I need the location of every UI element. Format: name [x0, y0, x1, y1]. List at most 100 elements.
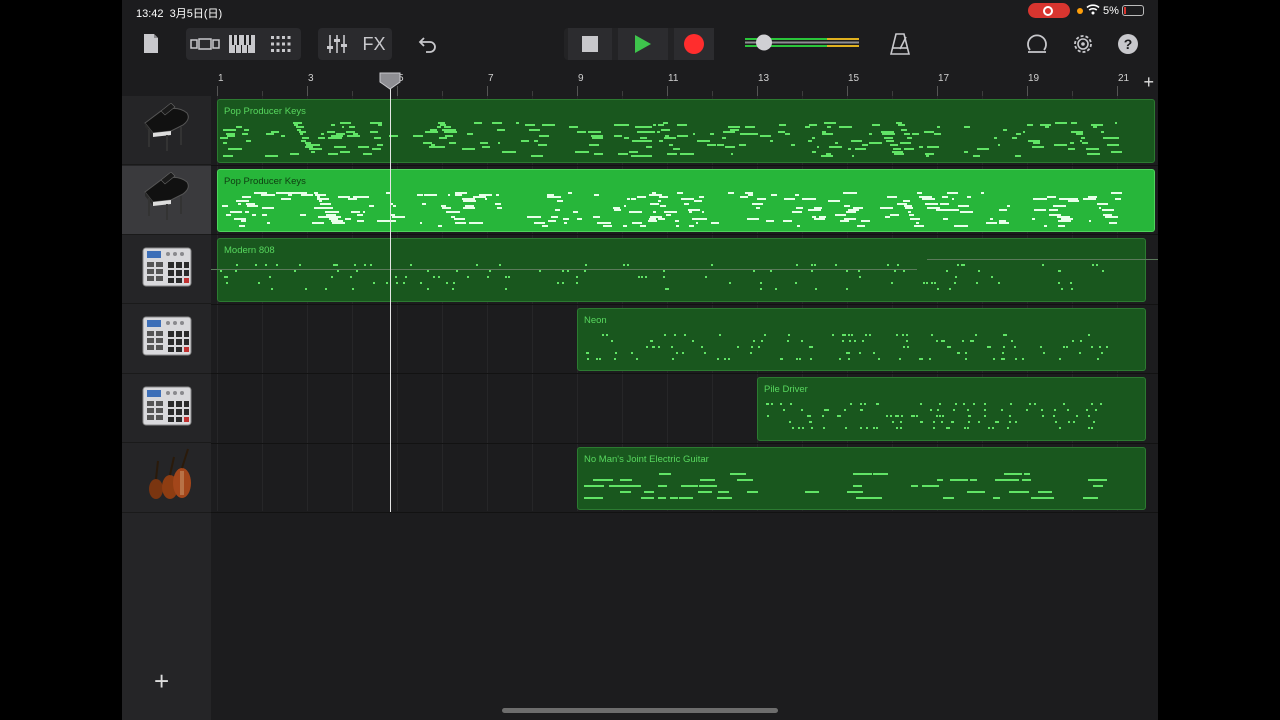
midi-note: [770, 403, 773, 405]
midi-note: [223, 141, 227, 144]
automation-line: [211, 269, 917, 270]
midi-note: [869, 333, 872, 336]
midi-note: [452, 211, 459, 214]
midi-note: [896, 427, 898, 429]
midi-note: [1053, 415, 1056, 417]
track-header[interactable]: [122, 444, 211, 513]
view-toggle-icon[interactable]: [188, 32, 222, 56]
fx-button[interactable]: FX: [358, 31, 390, 57]
midi-note: [288, 193, 293, 196]
add-section-icon[interactable]: +: [1143, 72, 1154, 93]
document-icon[interactable]: [140, 30, 162, 56]
midi-note: [1049, 213, 1061, 216]
track-header[interactable]: [122, 165, 211, 235]
record-icon[interactable]: [674, 28, 714, 60]
midi-note: [1097, 202, 1108, 205]
midi-note: [701, 211, 705, 214]
midi-note: [912, 133, 919, 135]
track-header[interactable]: [122, 374, 211, 443]
midi-note: [897, 124, 904, 127]
midi-note: [1101, 130, 1105, 133]
midi-note: [943, 496, 954, 499]
midi-note: [1086, 409, 1089, 411]
midi-note: [940, 421, 943, 423]
midi-note: [692, 217, 704, 220]
midi-note: [964, 351, 967, 354]
track-header[interactable]: [122, 235, 211, 304]
midi-note: [499, 264, 502, 266]
playhead-handle[interactable]: [379, 72, 401, 90]
midi-note: [850, 333, 853, 336]
midi-note: [751, 345, 754, 348]
midi-note: [421, 202, 427, 205]
midi-note: [991, 427, 994, 429]
track-header[interactable]: [122, 96, 211, 165]
status-bar: 13:42 3月5日(日) 5%: [122, 0, 1158, 22]
midi-note: [861, 339, 864, 342]
region[interactable]: Pop Producer Keys: [217, 99, 1155, 163]
midi-note: [1022, 357, 1025, 360]
midi-note: [348, 126, 355, 129]
region-name: Pop Producer Keys: [224, 175, 306, 187]
timeline-ruler[interactable]: + 1 3 5 7 9 11 13 15 17 19 21: [211, 70, 1158, 97]
midi-note: [826, 126, 831, 129]
midi-note: [325, 288, 328, 290]
track-header[interactable]: [122, 305, 211, 374]
midi-note: [1025, 409, 1028, 411]
midi-note: [823, 122, 837, 124]
midi-note: [966, 490, 985, 493]
grid-icon[interactable]: [268, 32, 294, 56]
play-icon[interactable]: [618, 28, 668, 60]
midi-note: [676, 135, 689, 138]
mixer-icon[interactable]: [322, 31, 352, 57]
midi-note: [957, 204, 970, 207]
midi-note: [583, 270, 586, 272]
midi-note: [753, 270, 756, 272]
add-track-button[interactable]: +: [154, 666, 169, 697]
midi-note: [1093, 126, 1097, 129]
metronome-icon[interactable]: [888, 31, 912, 57]
midi-note: [858, 351, 861, 354]
midi-note: [730, 152, 734, 155]
midi-note: [787, 339, 790, 342]
midi-note: [377, 144, 383, 146]
midi-note: [924, 202, 938, 205]
midi-note: [808, 209, 821, 212]
region[interactable]: Neon: [577, 307, 1146, 371]
midi-note: [665, 213, 671, 216]
midi-note: [915, 224, 922, 227]
midi-note: [1083, 496, 1099, 499]
midi-note: [634, 126, 643, 129]
playhead[interactable]: [390, 74, 392, 512]
undo-icon[interactable]: [416, 31, 440, 57]
midi-note: [657, 200, 661, 203]
loop-icon[interactable]: [1024, 31, 1050, 57]
midi-note: [1002, 357, 1005, 360]
midi-note: [344, 195, 349, 198]
midi-note: [330, 135, 343, 138]
stop-icon[interactable]: [568, 28, 612, 60]
midi-note: [1023, 130, 1026, 133]
midi-note: [378, 124, 383, 127]
ruler-tick: [307, 86, 308, 96]
keyboard-icon[interactable]: [228, 32, 256, 56]
midi-note: [473, 195, 486, 198]
help-icon[interactable]: ?: [1116, 31, 1140, 57]
settings-icon[interactable]: [1070, 31, 1096, 57]
tracks-area[interactable]: Pop Producer Keys Pop Producer Keys Modern…: [211, 96, 1158, 720]
midi-note: [374, 137, 382, 140]
volume-slider[interactable]: [742, 30, 862, 56]
midi-note: [364, 264, 367, 266]
midi-note: [323, 206, 334, 209]
midi-note: [864, 403, 867, 405]
midi-note: [613, 135, 623, 138]
midi-note: [601, 333, 604, 336]
region[interactable]: No Man's Joint Electric Guitar: [577, 446, 1146, 510]
midi-note: [658, 217, 666, 220]
region[interactable]: Pop Producer Keys: [217, 168, 1155, 232]
midi-note: [657, 130, 660, 133]
midi-note: [281, 135, 285, 138]
region[interactable]: Pile Driver: [757, 377, 1146, 441]
midi-note: [220, 270, 223, 272]
midi-note: [304, 288, 307, 290]
